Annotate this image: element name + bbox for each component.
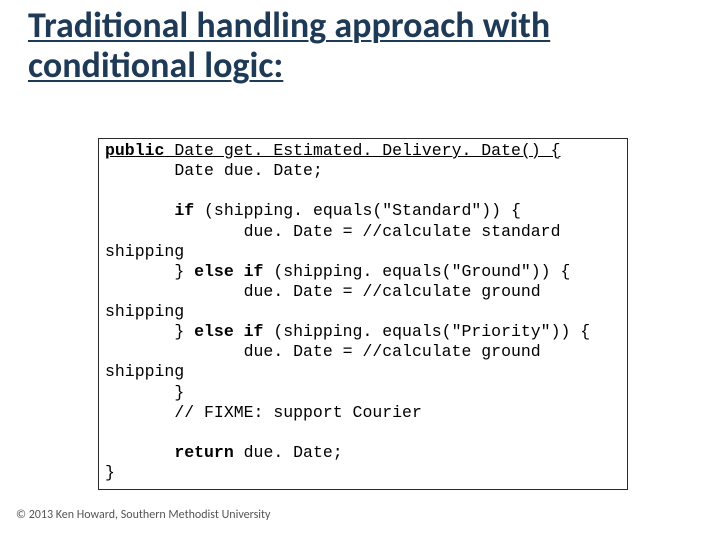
kw-if: if xyxy=(174,201,194,220)
code-line: } xyxy=(105,383,184,402)
kw-return: return xyxy=(174,443,233,462)
slide-title: Traditional handling approach with condi… xyxy=(28,6,692,85)
slide: Traditional handling approach with condi… xyxy=(0,0,720,540)
code-line: due. Date = //calculate standard shippin… xyxy=(105,222,570,261)
kw-elseif: else if xyxy=(194,262,263,281)
code-line: } else if (shipping. equals("Ground")) { xyxy=(105,262,570,281)
code-line: Date due. Date; xyxy=(105,161,323,180)
copyright-footer: © 2013 Ken Howard, Southern Methodist Un… xyxy=(16,508,270,522)
code-line: due. Date = //calculate ground shipping xyxy=(105,342,551,381)
code-line: return due. Date; xyxy=(105,443,343,462)
code-block: public Date get. Estimated. Delivery. Da… xyxy=(98,138,628,490)
sig-rest: Date get. Estimated. Delivery. Date() { xyxy=(164,141,560,160)
code-line: // FIXME: support Courier xyxy=(105,403,422,422)
kw-public: public xyxy=(105,141,164,160)
code-line: due. Date = //calculate ground shipping xyxy=(105,282,551,321)
kw-elseif: else if xyxy=(194,322,263,341)
code-line: if (shipping. equals("Standard")) { xyxy=(105,201,521,220)
code-line: } xyxy=(105,463,115,482)
code-signature: public Date get. Estimated. Delivery. Da… xyxy=(105,141,561,160)
code-line: } else if (shipping. equals("Priority"))… xyxy=(105,322,590,341)
